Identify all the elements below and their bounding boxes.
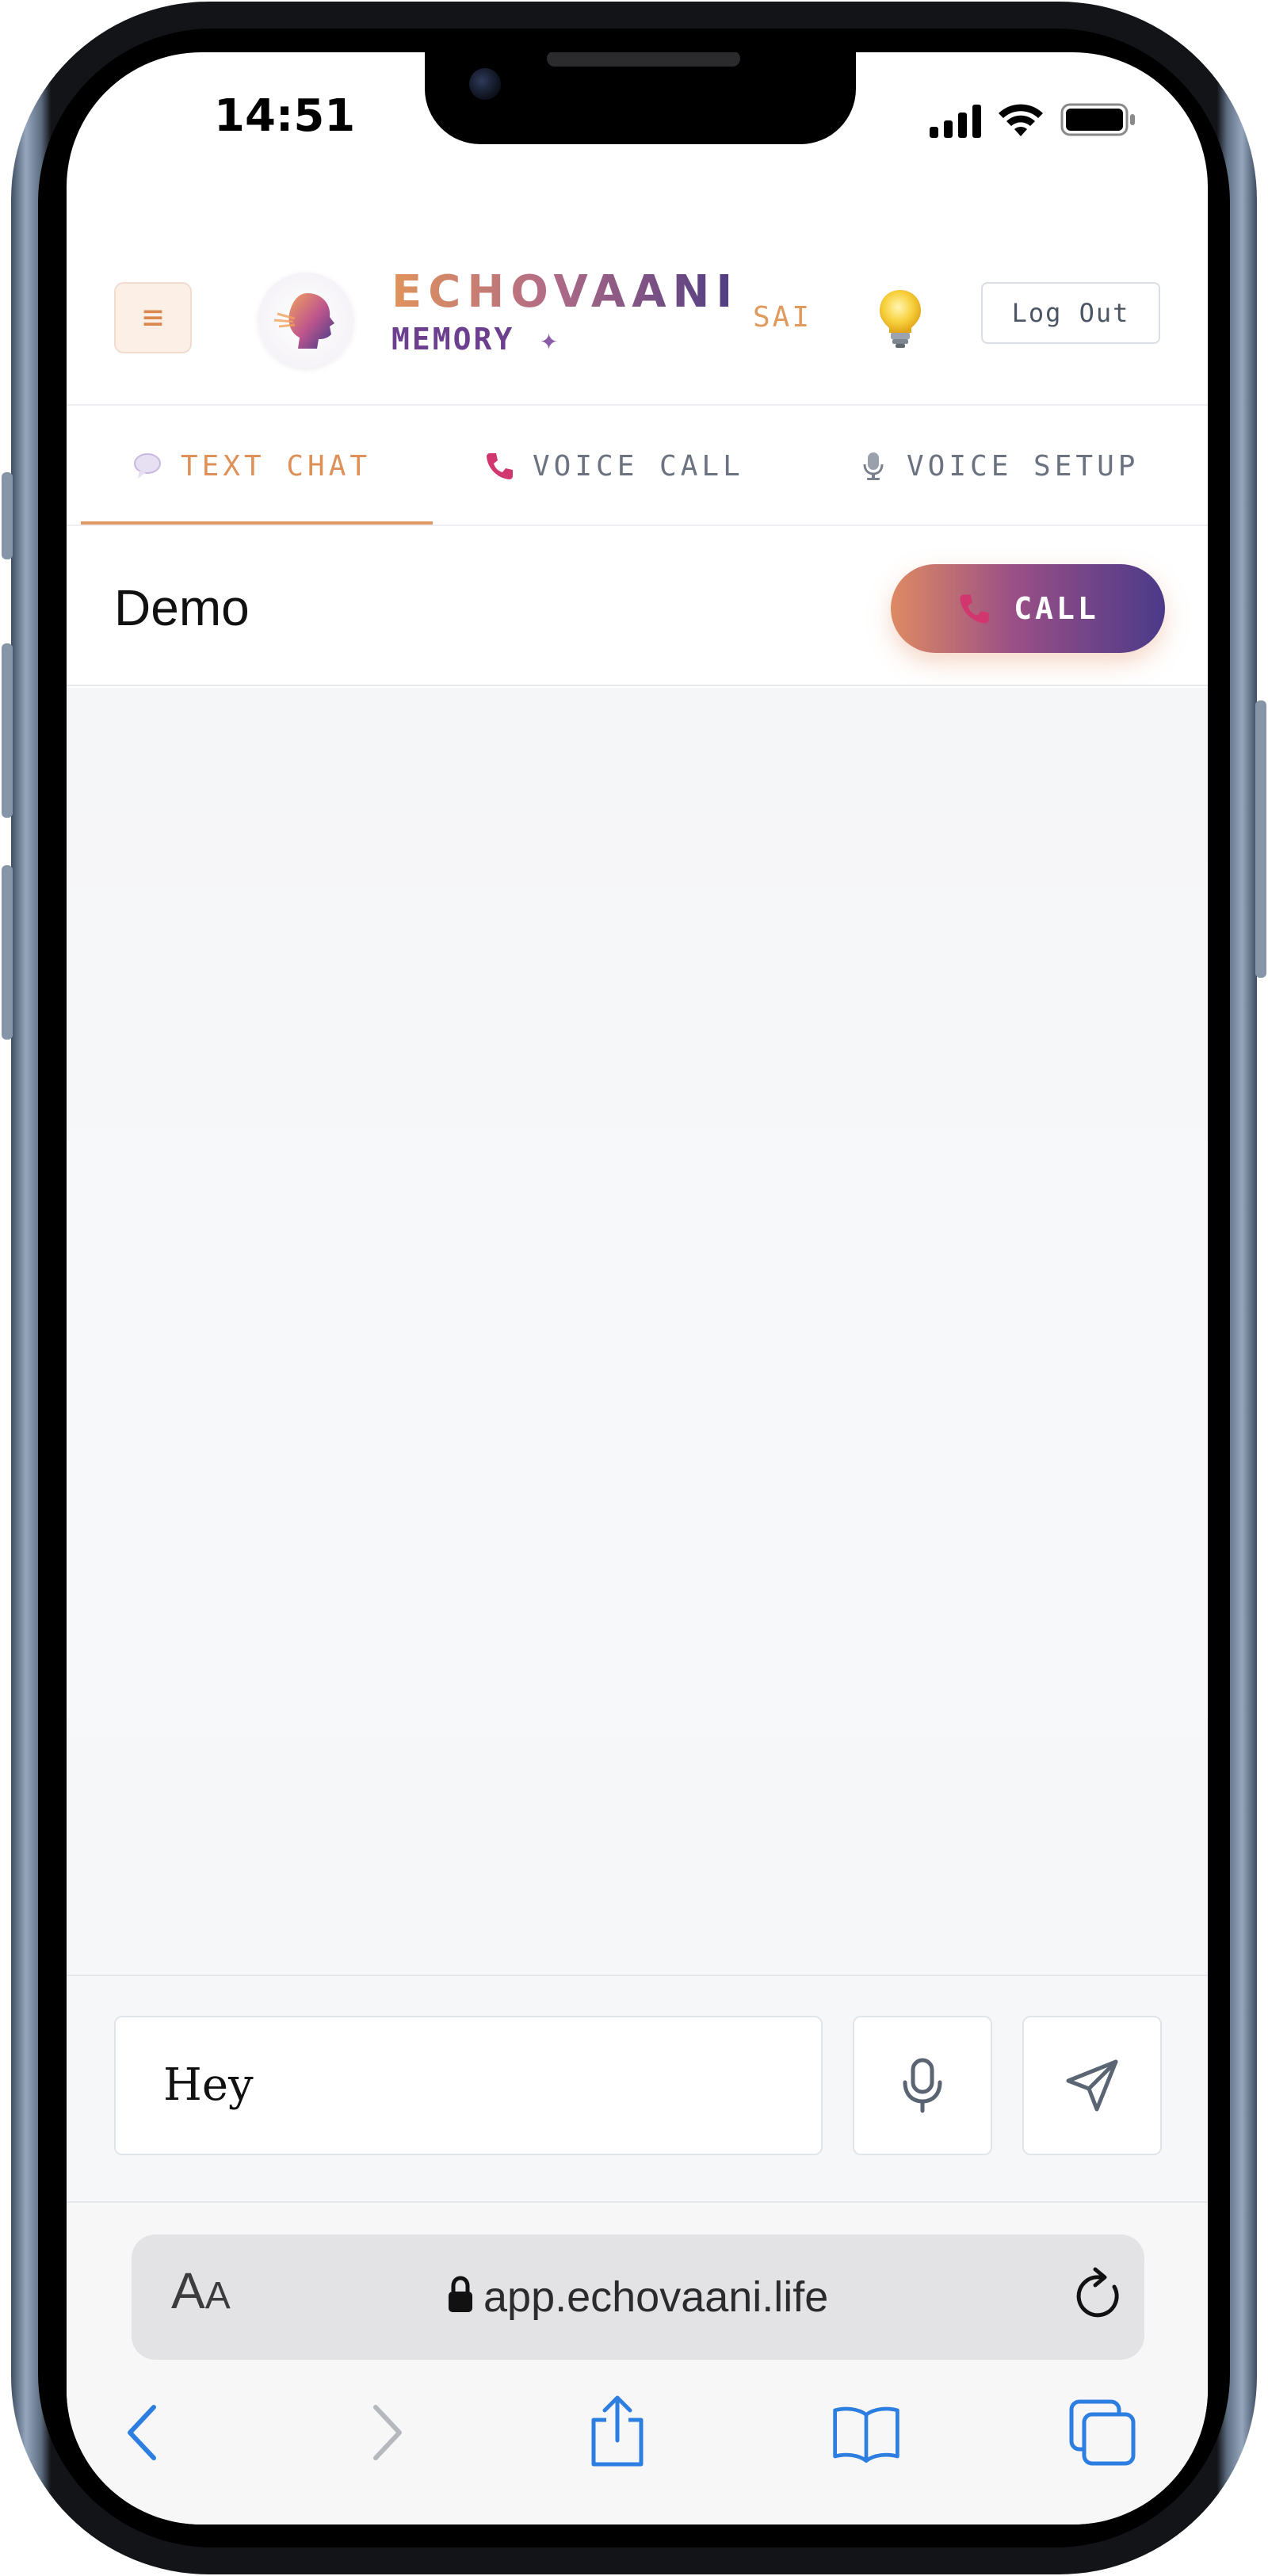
call-button-label: CALL <box>1014 591 1099 626</box>
user-name: SAI <box>753 301 812 334</box>
tab-voice-setup[interactable]: VOICE SETUP <box>857 406 1139 526</box>
battery-icon <box>1060 101 1136 138</box>
back-button[interactable] <box>106 2385 178 2480</box>
sparkle-icon: ✦ <box>540 322 561 357</box>
voice-input-button[interactable] <box>853 2016 992 2155</box>
front-camera <box>469 68 501 100</box>
text-size-small-glyph: A <box>204 2275 231 2317</box>
brand-name: ECHOVAANI <box>391 266 739 318</box>
status-icons <box>930 97 1136 138</box>
status-time: 14:51 <box>214 90 356 142</box>
tab-label: TEXT CHAT <box>181 449 372 483</box>
reload-icon[interactable] <box>1073 2263 1129 2326</box>
screen: 14:51 ≡ ECHOVAANI MEMORY ✦ SAI Log Out T… <box>67 52 1208 2524</box>
phone-icon <box>487 453 513 479</box>
address-bar[interactable]: AA app.echovaani.life <box>132 2234 1144 2360</box>
conversation-header: Demo CALL <box>67 528 1208 686</box>
chevron-right-icon <box>373 2405 402 2460</box>
microphone-icon <box>903 2058 942 2113</box>
volume-down-button <box>2 865 13 1040</box>
lightbulb-icon[interactable] <box>875 287 926 350</box>
text-size-button[interactable]: AA <box>171 2261 231 2320</box>
browser-chrome: AA app.echovaani.life <box>67 2203 1208 2524</box>
volume-up-button <box>2 643 13 818</box>
book-icon <box>833 2406 899 2463</box>
text-size-big-glyph: A <box>171 2262 205 2319</box>
speech-bubble-icon <box>134 453 161 479</box>
phone-icon <box>960 594 989 624</box>
tab-text-chat[interactable]: TEXT CHAT <box>132 406 371 526</box>
tab-bar: TEXT CHAT VOICE CALL VOICE SETUP <box>67 406 1208 526</box>
earpiece-speaker <box>547 52 740 67</box>
brand-subtitle-text: MEMORY <box>391 322 515 357</box>
status-bar: 14:51 <box>67 52 1208 203</box>
menu-button[interactable]: ≡ <box>114 282 192 353</box>
chevron-left-icon <box>128 2405 156 2460</box>
tab-voice-call[interactable]: VOICE CALL <box>483 406 744 526</box>
message-list[interactable] <box>67 688 1208 1976</box>
message-input[interactable]: Hey <box>114 2016 823 2155</box>
tab-label: VOICE CALL <box>533 449 744 483</box>
logout-button[interactable]: Log Out <box>981 282 1160 344</box>
app-header: ≡ ECHOVAANI MEMORY ✦ SAI Log Out <box>67 203 1208 406</box>
send-icon <box>1066 2059 1118 2112</box>
power-button <box>1255 700 1266 978</box>
browser-toolbar <box>67 2385 1208 2504</box>
tabs-button[interactable] <box>1067 2385 1138 2480</box>
wifi-icon <box>997 101 1045 138</box>
cellular-signal-icon <box>930 103 981 138</box>
microphone-icon <box>863 452 884 480</box>
conversation-title: Demo <box>114 579 250 636</box>
brand-logo <box>258 273 353 368</box>
tabs-icon <box>1069 2399 1136 2466</box>
head-silhouette-icon <box>273 293 334 349</box>
call-button[interactable]: CALL <box>891 564 1165 653</box>
send-button[interactable] <box>1022 2016 1162 2155</box>
url-text: app.echovaani.life <box>483 2273 829 2321</box>
bookmarks-button[interactable] <box>831 2385 902 2480</box>
composer: Hey <box>67 1976 1208 2203</box>
silent-switch <box>2 472 13 559</box>
brand-subtitle: MEMORY ✦ <box>391 322 560 357</box>
active-tab-indicator <box>81 521 433 525</box>
tab-label: VOICE SETUP <box>907 449 1140 483</box>
forward-button[interactable] <box>352 2385 423 2480</box>
share-icon <box>591 2395 644 2467</box>
lock-icon <box>449 2276 472 2312</box>
share-button[interactable] <box>582 2385 653 2480</box>
